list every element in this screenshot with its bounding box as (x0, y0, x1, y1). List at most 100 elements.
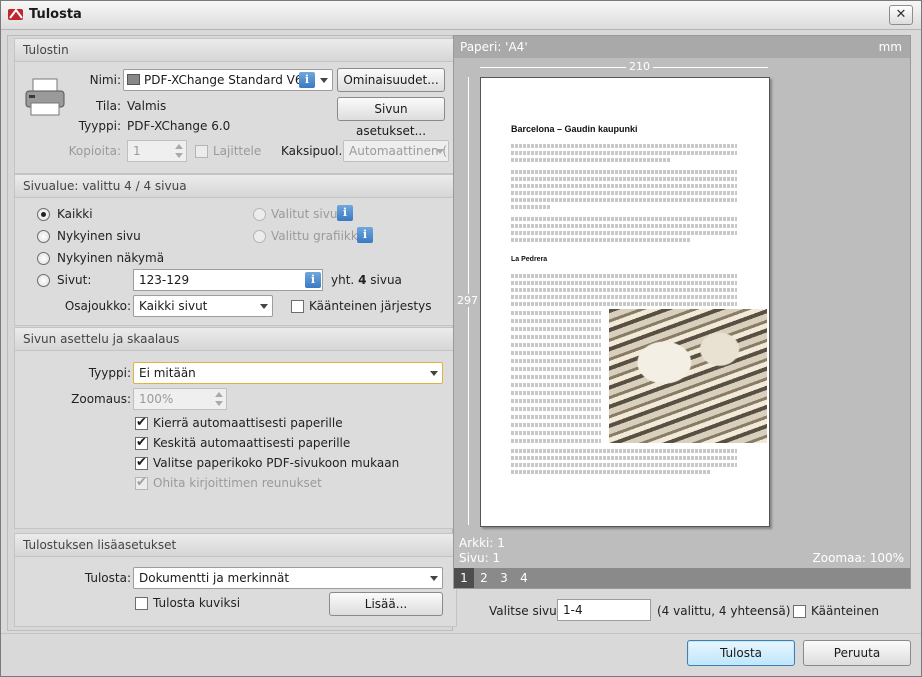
pages-total: yht. 4 sivua (331, 273, 402, 287)
pages-info-icon[interactable]: i (305, 272, 321, 288)
duplex-value: Automaattinen ( (349, 144, 448, 158)
sheet-label: Arkki: 1 (459, 536, 505, 550)
text-line (511, 431, 601, 435)
text-line (511, 191, 737, 195)
text-line (511, 327, 601, 331)
duplex-label: Kaksipuol. (281, 144, 343, 158)
pages-input[interactable]: 123-129 (133, 269, 323, 291)
text-line (511, 456, 737, 460)
text-line (511, 177, 737, 181)
preview-panel: Paperi: 'A4' mm 210 297 Barcelona – Gaud… (453, 35, 911, 589)
print-button[interactable]: Tulosta (687, 640, 795, 666)
page-preview: Barcelona – Gaudin kaupunki La Pedrera (480, 77, 770, 527)
printer-small-icon (127, 74, 140, 85)
collate-checkbox[interactable] (195, 145, 208, 158)
page-tab-4[interactable]: 4 (514, 568, 534, 588)
paper-label: Paperi: 'A4' (460, 40, 528, 54)
copies-spinner-icon[interactable] (174, 143, 184, 159)
selected-pages-label: Valitut sivut (271, 207, 343, 221)
more-button[interactable]: Lisää... (329, 592, 443, 616)
page-setup-button[interactable]: Sivun asetukset... (337, 97, 445, 138)
settings-panel: Tulostin Nimi: PDF-XChange Standard V6 i… (7, 35, 457, 631)
auto-rotate-checkbox[interactable] (135, 415, 148, 430)
close-button[interactable]: ✕ (889, 5, 913, 25)
text-line (511, 399, 601, 403)
page-tabs: 1 2 3 4 (454, 568, 910, 588)
text-line (511, 144, 737, 148)
page-tab-2[interactable]: 2 (474, 568, 494, 588)
properties-button[interactable]: Ominaisuudet... (337, 68, 445, 92)
preview-doc-title: Barcelona – Gaudin kaupunki (511, 124, 638, 134)
page-tab-1[interactable]: 1 (454, 568, 474, 588)
text-line (511, 343, 601, 347)
text-line (511, 281, 737, 285)
paper-size-checkbox[interactable] (135, 455, 148, 470)
app-icon (8, 8, 23, 20)
text-line (511, 198, 737, 202)
zoom-input[interactable]: 100% (133, 388, 227, 410)
height-dimension: 297 (457, 294, 478, 307)
text-line (511, 391, 601, 395)
text-line (511, 423, 601, 427)
zoom-value: 100% (139, 392, 174, 406)
page-tab-3[interactable]: 3 (494, 568, 514, 588)
text-line (511, 439, 601, 443)
subset-select[interactable]: Kaikki sivut (133, 295, 273, 317)
selected-pages-info-icon[interactable]: i (337, 205, 353, 221)
radio-current-view[interactable] (37, 252, 50, 265)
copies-label: Kopioita: (68, 144, 121, 158)
ignore-margins-label: Ohita kirjoittimen reunukset (153, 476, 322, 490)
printer-name-label: Nimi: (89, 73, 121, 87)
text-line (511, 319, 601, 323)
select-pages-info: (4 valittu, 4 yhteensä) (657, 604, 791, 618)
chevron-down-icon (320, 78, 328, 83)
text-line (511, 383, 601, 387)
text-line (511, 415, 601, 419)
text-line (511, 351, 601, 355)
pages-total-count: 4 (358, 273, 367, 287)
auto-rotate-label: Kierrä automaattisesti paperille (153, 416, 343, 430)
printer-info-icon[interactable]: i (299, 72, 315, 88)
radio-selected-pages[interactable] (253, 208, 266, 221)
radio-selected-graphics[interactable] (253, 230, 266, 243)
select-pages-input[interactable]: 1-4 (557, 599, 651, 621)
cancel-button[interactable]: Peruuta (803, 640, 911, 666)
pages-total-suffix: sivua (370, 273, 402, 287)
duplex-select[interactable]: Automaattinen ( (343, 140, 449, 162)
width-dimension-line (480, 67, 768, 68)
text-line (511, 224, 737, 228)
text-line (511, 231, 737, 235)
text-line (511, 158, 671, 162)
selected-graphics-info-icon[interactable]: i (357, 227, 373, 243)
reverse-order-checkbox[interactable] (291, 300, 304, 313)
copies-input[interactable]: 1 (127, 140, 187, 162)
preview-reverse-label: Käänteinen (811, 604, 879, 618)
print-dialog: Tulosta ✕ Tulostin Nimi: PDF-XChange Sta… (0, 0, 922, 677)
radio-all-pages[interactable] (37, 208, 50, 221)
preview-reverse-checkbox[interactable] (793, 605, 806, 618)
page-range-section: Sivualue: valittu 4 / 4 sivua Kaikki Nyk… (14, 174, 457, 326)
radio-pages[interactable] (37, 274, 50, 287)
auto-center-checkbox[interactable] (135, 435, 148, 450)
text-line (511, 311, 601, 315)
layout-section: Sivun asettelu ja skaalaus Tyyppi: Ei mi… (14, 327, 457, 529)
zoom-status: Zoomaa: 100% (812, 551, 904, 565)
ignore-margins-checkbox[interactable] (135, 475, 148, 490)
print-what-select[interactable]: Dokumentti ja merkinnät (133, 567, 443, 589)
print-as-image-checkbox[interactable] (135, 597, 148, 610)
status-value: Valmis (127, 99, 167, 113)
pages-value: 123-129 (139, 273, 190, 287)
preview-doc-heading: La Pedrera (511, 256, 548, 263)
preview-photo (609, 309, 767, 443)
radio-current-page[interactable] (37, 230, 50, 243)
print-as-image-label: Tulosta kuviksi (153, 596, 241, 610)
text-line (511, 449, 737, 453)
type-label: Tyyppi: (78, 119, 121, 133)
units-label: mm (878, 40, 902, 54)
zoom-spinner-icon[interactable] (214, 391, 224, 407)
layout-type-select[interactable]: Ei mitään (133, 362, 443, 384)
select-pages-label: Valitse sivut: (489, 604, 566, 618)
text-line (511, 151, 737, 155)
text-line (511, 375, 601, 379)
advanced-section-title: Tulostuksen lisäasetukset (15, 534, 456, 557)
